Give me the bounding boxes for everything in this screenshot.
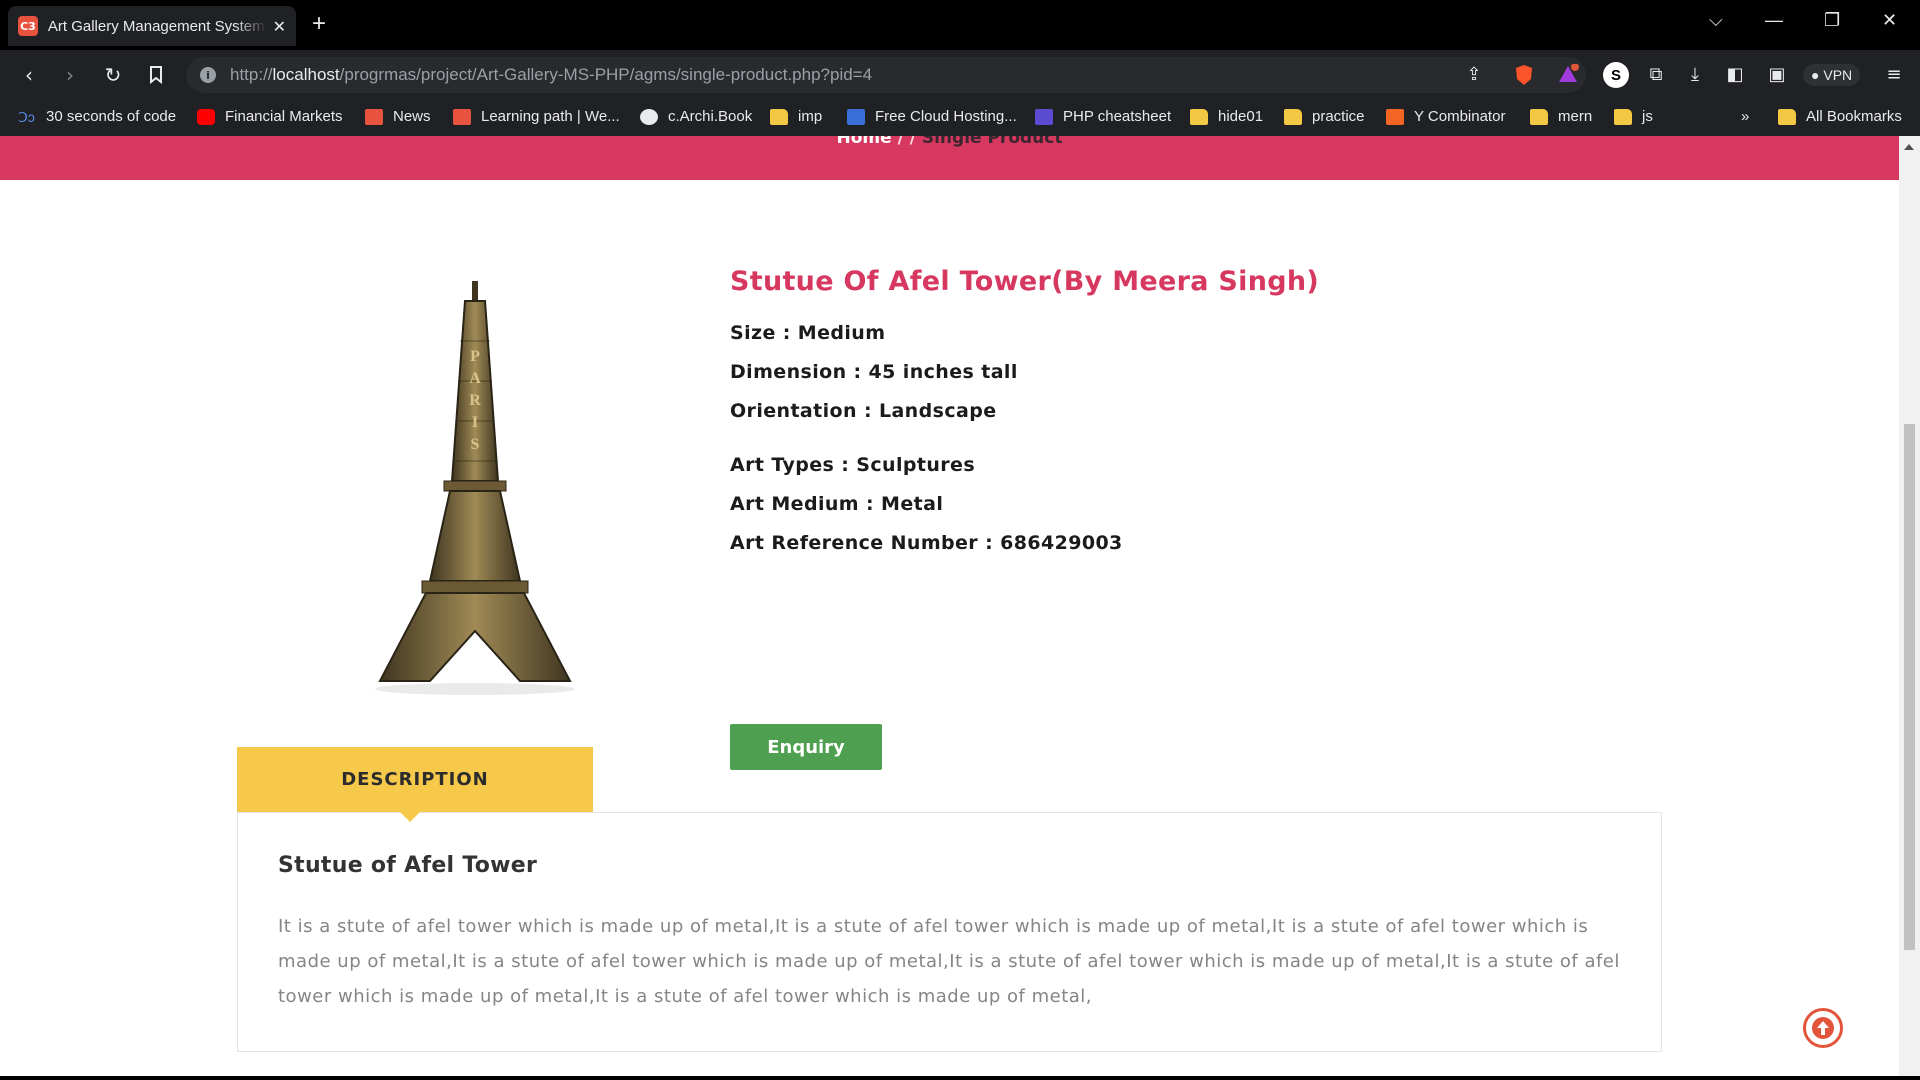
bookmarks-overflow[interactable]: » [1741,108,1749,125]
php-icon [1035,108,1053,125]
bookmark-item[interactable]: PHP cheatsheet [1035,108,1171,125]
folder-icon [1778,108,1796,125]
bookmark-item[interactable]: hide01 [1190,108,1263,125]
folder-icon [1530,108,1548,125]
paris-engraving: PARIS [469,348,481,453]
bookmark-item[interactable]: c.Archi.Book [640,108,752,125]
folder-icon [1190,108,1208,125]
menu-icon[interactable]: ≡ [1882,64,1906,86]
scroll-up-arrow-icon[interactable] [1904,144,1914,150]
download-icon[interactable]: ⤓ [1683,64,1707,86]
brave-rewards-icon[interactable] [1556,63,1580,86]
spec-dimension: Dimension : 45 inches tall [730,361,1018,383]
window-close-icon[interactable]: ✕ [1882,10,1897,31]
description-text: It is a stute of afel tower which is mad… [278,916,1620,1007]
code-icon: Ↄↄ [18,108,35,125]
extensions-icon[interactable]: ⧉ [1644,64,1668,86]
bookmark-item[interactable]: js [1614,108,1653,125]
folder-icon [1614,108,1632,125]
product-details: Stutue Of Afel Tower(By Meera Singh) Siz… [730,266,1320,770]
page-viewport: Home / / Single Product PARIS Stutue Of … [0,136,1899,1076]
v-icon [847,108,865,125]
globe-icon [640,108,658,125]
paris-letter: I [472,414,478,431]
back-icon[interactable]: ‹ [16,62,42,88]
url-text[interactable]: http://localhost/progrmas/project/Art-Ga… [230,65,872,85]
new-tab-icon[interactable]: + [312,10,326,38]
spec-art-medium: Art Medium : Metal [730,493,944,515]
folder-icon [1284,108,1302,125]
bookmark-item[interactable]: Financial Markets [197,108,343,125]
bookmark-item[interactable]: imp [770,108,822,125]
product-image: PARIS [375,281,575,695]
breadcrumb-separator: / / [891,136,922,148]
paris-letter: R [469,392,481,409]
browser-tab-bar: C3 Art Gallery Management System ✕ + ⌵ —… [0,0,1920,50]
y-icon [1386,108,1404,125]
bookmarks-bar: Ↄↄ 30 seconds of code Financial Markets N… [0,100,1920,136]
minimize-icon[interactable]: — [1765,10,1783,31]
site-info-icon[interactable]: i [200,67,216,83]
tab-pointer-arrow [400,812,420,822]
breadcrumb: Home / / Single Product [0,136,1899,148]
arrow-up-icon [1812,1017,1834,1039]
paris-letter: A [469,370,481,387]
page-scrollbar[interactable] [1899,136,1920,1076]
browser-toolbar: ‹ › ↻ i http://localhost/progrmas/projec… [0,50,1920,100]
address-bar[interactable]: i http://localhost/progrmas/project/Art-… [186,57,1586,93]
tab-description[interactable]: DESCRIPTION [237,747,593,812]
browser-tab-active[interactable]: C3 Art Gallery Management System ✕ [8,6,296,46]
bolt-icon [365,108,383,125]
bookmark-item[interactable]: Learning path | We... [453,108,620,125]
youtube-icon [197,108,215,125]
breadcrumb-current: Single Product [921,136,1063,148]
bookmark-icon[interactable] [143,62,169,88]
brave-shield-icon[interactable] [1512,64,1536,86]
description-heading: Stutue of Afel Tower [278,853,538,878]
profile-avatar[interactable]: S [1603,62,1629,88]
scrollbar-thumb[interactable] [1904,424,1915,950]
paris-letter: P [470,348,480,365]
scroll-to-top-button[interactable] [1803,1008,1843,1048]
restore-icon[interactable]: ❐ [1824,10,1840,31]
folder-icon [770,108,788,125]
paris-letter: S [471,436,480,453]
enquiry-button[interactable]: Enquiry [730,724,882,770]
bookmark-item[interactable]: mern [1530,108,1592,125]
spec-size: Size : Medium [730,322,886,344]
reload-icon[interactable]: ↻ [100,62,126,88]
sidebar-icon[interactable]: ◧ [1723,64,1747,86]
bookmark-item[interactable]: Ↄↄ 30 seconds of code [18,108,176,125]
spec-reference-number: Art Reference Number : 686429003 [730,532,1123,554]
bolt-icon [453,108,471,125]
bookmark-item[interactable]: Free Cloud Hosting... [847,108,1017,125]
tab-search-chevron-icon[interactable]: ⌵ [1709,10,1723,31]
bookmark-item[interactable]: practice [1284,108,1365,125]
bookmark-item[interactable]: News [365,108,431,125]
breadcrumb-home-link[interactable]: Home [837,136,892,148]
spec-orientation: Orientation : Landscape [730,400,997,422]
all-bookmarks[interactable]: All Bookmarks [1778,108,1902,125]
spec-art-type: Art Types : Sculptures [730,454,976,476]
description-panel: Stutue of Afel Tower It is a stute of af… [237,812,1662,1052]
tab-favicon-icon: C3 [18,16,38,36]
forward-icon[interactable]: › [57,62,83,88]
bookmark-item[interactable]: Y Combinator [1386,108,1505,125]
wallet-icon[interactable]: ▣ [1765,64,1789,86]
share-icon[interactable]: ⇪ [1462,64,1486,86]
tab-title: Art Gallery Management System [47,17,265,35]
tab-close-icon[interactable]: ✕ [273,17,286,36]
product-title: Stutue Of Afel Tower(By Meera Singh) [730,266,1320,297]
vpn-button[interactable]: ● VPN [1803,64,1861,86]
